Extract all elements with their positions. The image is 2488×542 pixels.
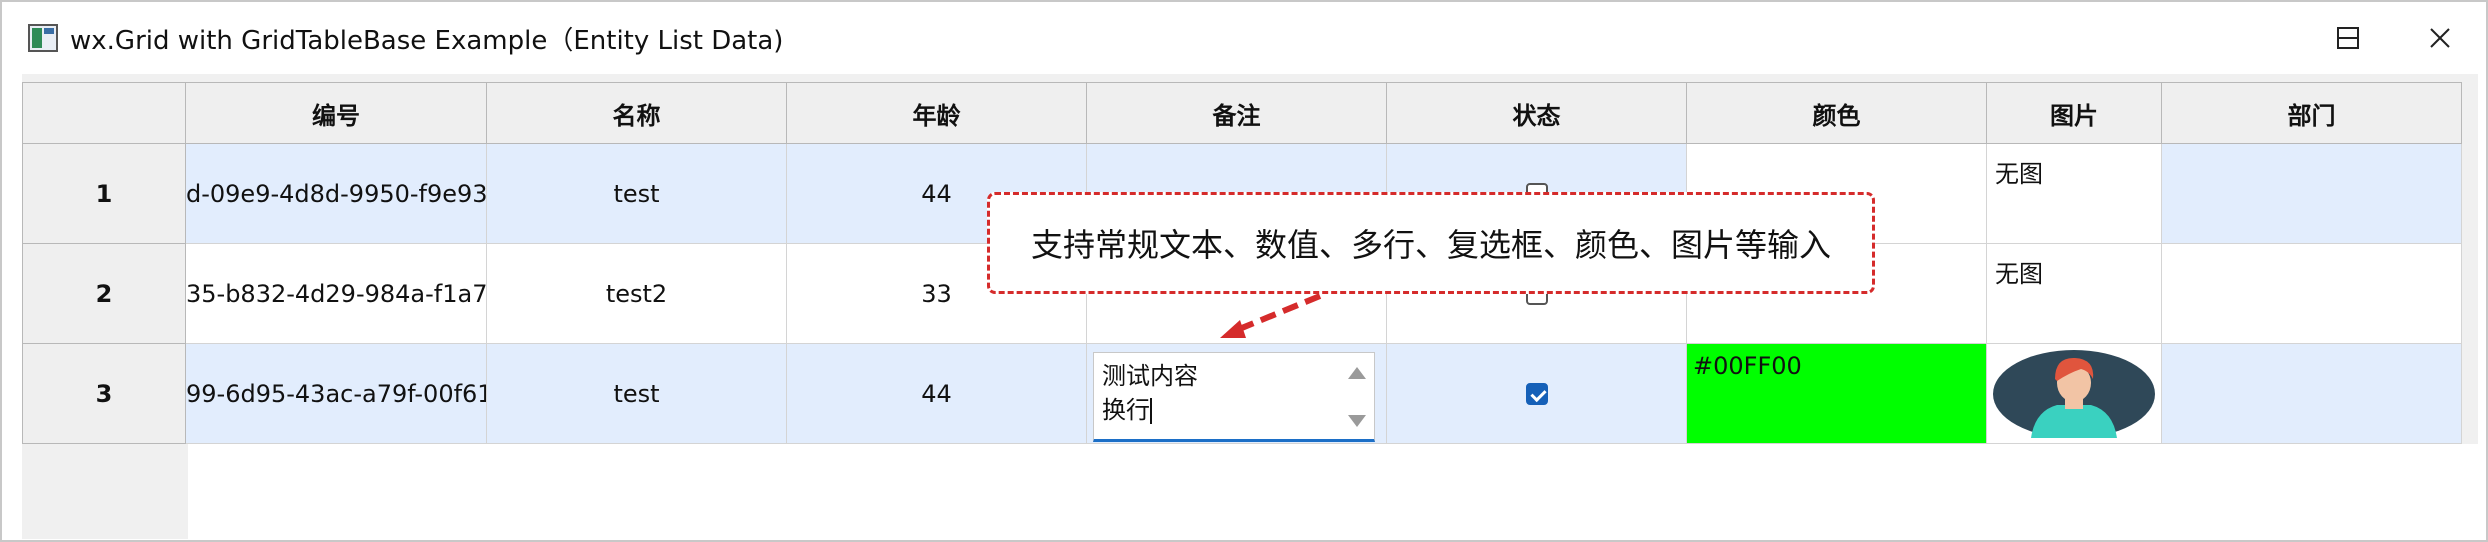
cell-image[interactable]: 无图 [1987, 244, 2162, 344]
maximize-icon [2337, 27, 2359, 49]
row-header-3[interactable]: 3 [22, 344, 186, 444]
cell-image[interactable] [1987, 344, 2162, 444]
cell-color[interactable]: #00FF00 [1687, 344, 1987, 444]
note-multiline-editor[interactable]: 测试内容 换行 [1093, 352, 1375, 442]
column-header-dept[interactable]: 部门 [2162, 82, 2462, 144]
cell-text: d-09e9-4d8d-9950-f9e93 [186, 179, 487, 208]
row-header-2[interactable]: 2 [22, 244, 186, 344]
grid-corner[interactable] [22, 82, 186, 144]
window-title: wx.Grid with GridTableBase Example（Entit… [70, 26, 784, 56]
avatar-image [1993, 349, 2155, 438]
cell-name[interactable]: test [487, 144, 787, 244]
annotation-arrow-icon [1220, 293, 1322, 338]
cell-image-text: 无图 [1995, 260, 2043, 288]
editor-text: 测试内容 换行 [1102, 359, 1198, 427]
maximize-button[interactable] [2302, 2, 2394, 74]
cell-age[interactable]: 44 [787, 344, 1087, 444]
cell-text: 99-6d95-43ac-a79f-00f61 [186, 379, 487, 408]
column-header-id[interactable]: 编号 [186, 82, 487, 144]
text-caret [1150, 398, 1152, 424]
grid-empty-area [188, 444, 2478, 539]
cell-status[interactable] [1387, 344, 1687, 444]
status-checkbox-checked[interactable] [1525, 382, 1548, 405]
cell-id[interactable]: d-09e9-4d8d-9950-f9e93 [186, 144, 487, 244]
column-header-image[interactable]: 图片 [1987, 82, 2162, 144]
app-window: wx.Grid with GridTableBase Example（Entit… [0, 0, 2488, 542]
scroll-down-arrow-icon[interactable] [1348, 415, 1366, 427]
close-button[interactable] [2394, 2, 2486, 74]
editor-line-2: 换行 [1102, 393, 1198, 427]
column-header-age[interactable]: 年龄 [787, 82, 1087, 144]
column-header-name[interactable]: 名称 [487, 82, 787, 144]
cell-id[interactable]: 99-6d95-43ac-a79f-00f61 [186, 344, 487, 444]
cell-dept[interactable] [2162, 144, 2462, 244]
cell-dept[interactable] [2162, 244, 2462, 344]
title-bar: wx.Grid with GridTableBase Example（Entit… [2, 2, 2486, 74]
cell-image-text: 无图 [1995, 160, 2043, 188]
annotation-callout: 支持常规文本、数值、多行、复选框、颜色、图片等输入 [987, 192, 1875, 294]
column-header-color[interactable]: 颜色 [1687, 82, 1987, 144]
cell-id[interactable]: 35-b832-4d29-984a-f1a7c [186, 244, 487, 344]
cell-text: 35-b832-4d29-984a-f1a7c [186, 279, 487, 308]
column-header-status[interactable]: 状态 [1387, 82, 1687, 144]
row-header-1[interactable]: 1 [22, 144, 186, 244]
editor-line-2-text: 换行 [1102, 396, 1150, 424]
cell-name[interactable]: test2 [487, 244, 787, 344]
cell-image[interactable]: 无图 [1987, 144, 2162, 244]
cell-name[interactable]: test [487, 344, 787, 444]
cell-dept[interactable] [2162, 344, 2462, 444]
column-header-note[interactable]: 备注 [1087, 82, 1387, 144]
close-icon [2430, 28, 2450, 48]
color-value-text: #00FF00 [1693, 352, 1802, 380]
app-icon [28, 24, 58, 52]
editor-line-1: 测试内容 [1102, 362, 1198, 390]
scroll-up-arrow-icon[interactable] [1348, 367, 1366, 379]
